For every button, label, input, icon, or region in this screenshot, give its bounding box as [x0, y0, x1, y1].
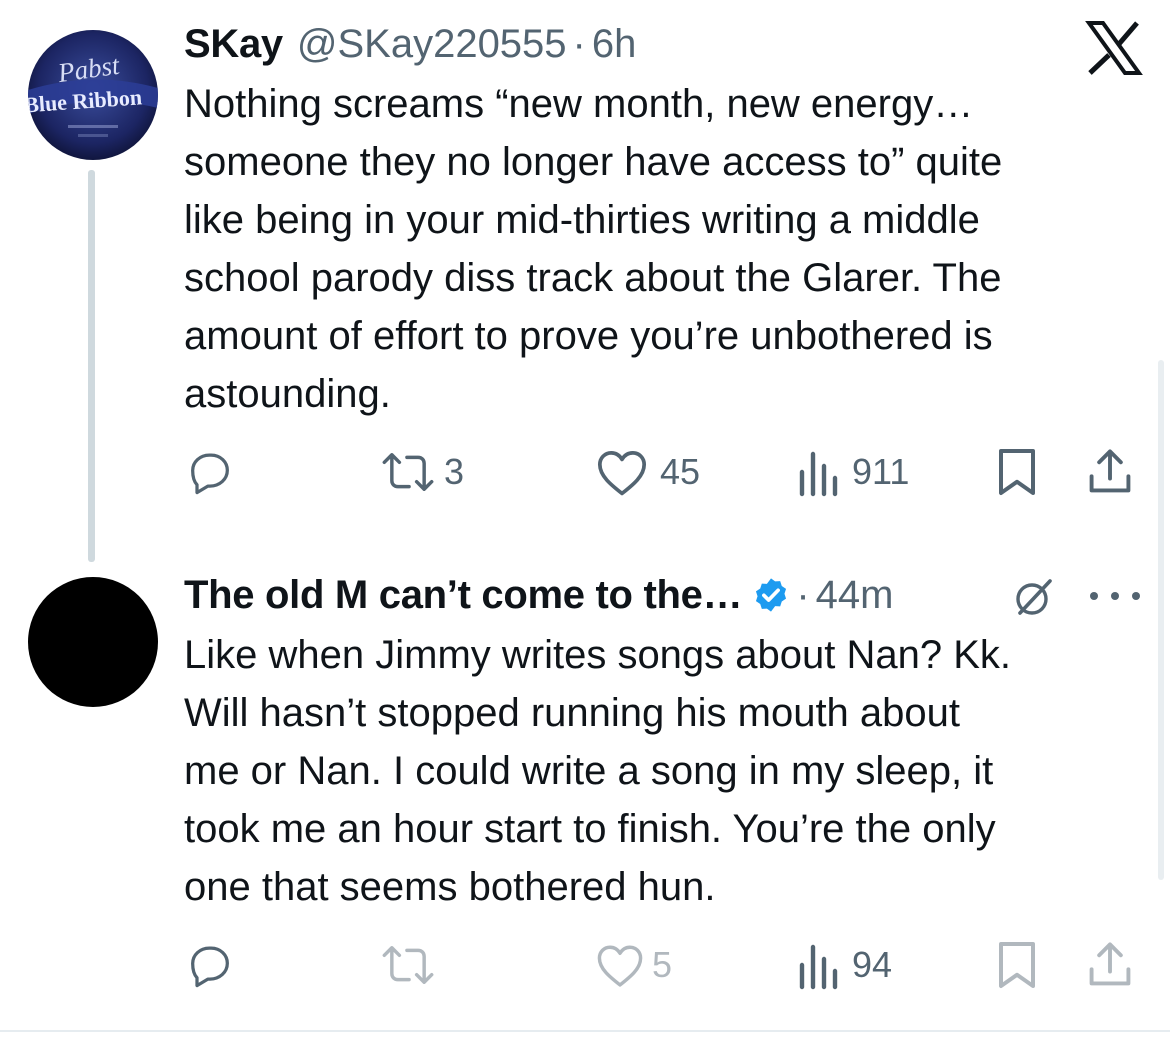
grok-icon[interactable] — [1010, 573, 1058, 621]
views-count: 94 — [852, 944, 893, 985]
bookmark-icon — [999, 942, 1035, 988]
views-count: 911 — [852, 451, 910, 492]
avatar[interactable] — [28, 577, 158, 707]
repost-button[interactable] — [380, 935, 436, 995]
display-name[interactable]: SKay — [184, 22, 283, 67]
timestamp[interactable]: 6h — [592, 22, 637, 67]
share-button[interactable] — [1084, 442, 1136, 502]
tweet-text: Like when Jimmy writes songs about Nan? … — [184, 633, 1012, 909]
share-button[interactable] — [1084, 935, 1136, 995]
thread-line — [88, 170, 95, 562]
action-bar: 3 45 911 — [184, 442, 1144, 502]
action-bar: 5 94 — [184, 935, 1144, 995]
like-button[interactable]: 45 — [594, 442, 700, 502]
bookmark-button[interactable] — [994, 935, 1040, 995]
display-name[interactable]: The old M can’t come to the… — [184, 573, 743, 618]
reply-icon — [191, 453, 229, 495]
heart-icon — [597, 451, 647, 496]
bookmark-button[interactable] — [994, 442, 1040, 502]
verified-badge-icon[interactable] — [752, 576, 790, 614]
views-icon — [799, 944, 838, 990]
tweet-header: SKay @SKay220555 · 6h — [184, 19, 636, 69]
scrollbar[interactable] — [1158, 360, 1164, 880]
like-count: 5 — [652, 944, 673, 985]
x-close-icon[interactable] — [1085, 20, 1143, 76]
timestamp[interactable]: 44m — [816, 573, 894, 618]
divider — [0, 1030, 1170, 1032]
share-icon — [1089, 449, 1131, 493]
views-icon — [799, 451, 838, 497]
repost-button[interactable]: 3 — [380, 442, 464, 502]
pabst-avatar-image: Pabst Blue Ribbon — [28, 30, 158, 160]
more-icon[interactable] — [1086, 588, 1144, 604]
reply-icon — [191, 946, 229, 988]
handle[interactable]: @SKay220555 — [297, 22, 567, 67]
views-button[interactable]: 94 — [796, 935, 892, 995]
like-count: 45 — [660, 451, 701, 492]
heart-icon — [597, 945, 643, 987]
tweet-reply[interactable]: The old M can’t come to the… · 44m Like … — [0, 545, 1170, 1032]
reply-button[interactable] — [184, 935, 236, 995]
share-icon — [1089, 942, 1131, 986]
repost-icon — [382, 946, 434, 984]
repost-icon — [382, 453, 434, 491]
views-button[interactable]: 911 — [796, 442, 909, 502]
bookmark-icon — [999, 449, 1035, 495]
tweet-skay[interactable]: Pabst Blue Ribbon SKay @SKay220555 · 6h … — [0, 0, 1170, 562]
repost-count: 3 — [444, 451, 465, 492]
avatar[interactable]: Pabst Blue Ribbon — [28, 30, 158, 160]
separator-dot: · — [796, 572, 810, 617]
reply-button[interactable] — [184, 442, 236, 502]
separator-dot: · — [572, 21, 586, 66]
tweet-header: The old M can’t come to the… · 44m — [184, 570, 893, 620]
tweet-text: Nothing screams “new month, new energy… … — [184, 82, 1003, 416]
like-button[interactable]: 5 — [594, 935, 672, 995]
